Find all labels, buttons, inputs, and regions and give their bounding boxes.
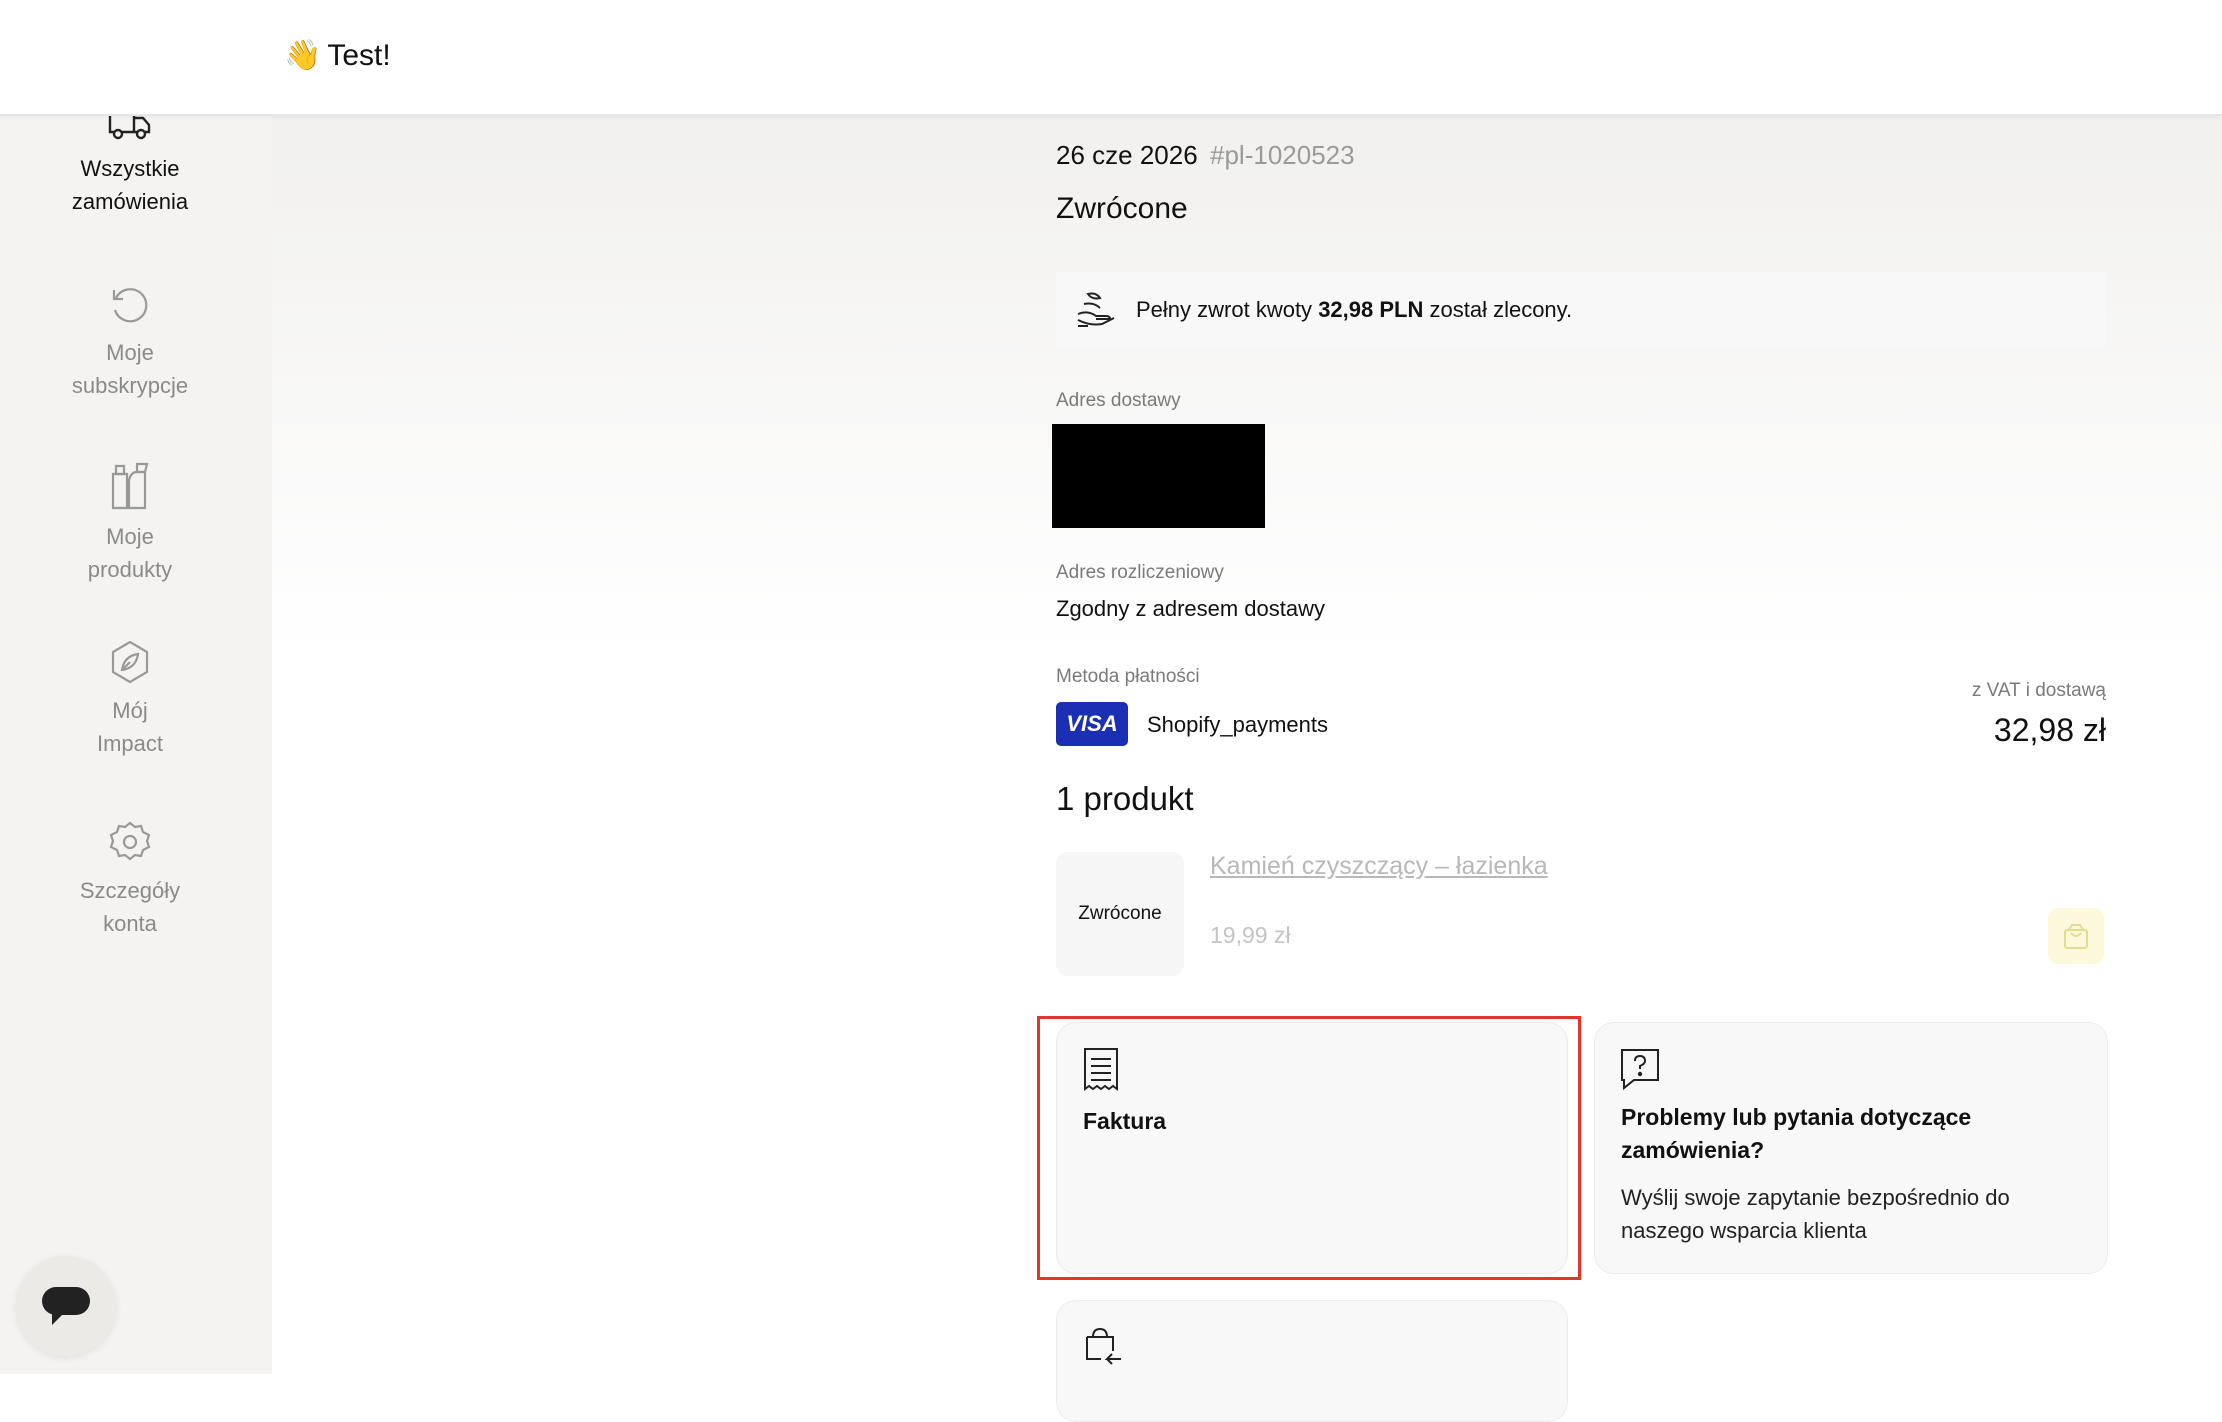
refund-hand-icon — [1077, 292, 1115, 327]
return-package-icon — [1086, 1327, 1121, 1365]
billing-address-value: Zgodny z adresem dostawy — [1056, 596, 1326, 621]
payment-method-label: Metoda płatności — [1056, 666, 1200, 687]
gear-icon — [109, 821, 151, 861]
leaf-icon — [111, 640, 149, 684]
refresh-icon — [112, 288, 148, 323]
chat-button[interactable] — [16, 1256, 116, 1356]
invoice-card[interactable]: Faktura — [1056, 1022, 1568, 1274]
add-to-cart-button[interactable] — [2048, 908, 2104, 964]
sidebar-item-label: Szczegóły — [79, 878, 181, 903]
billing-address-label: Adres rozliczeniowy — [1056, 562, 1224, 583]
refund-notice: Pełny zwrot kwoty 32,98 PLN został zleco… — [1056, 272, 2106, 348]
bottles-icon — [111, 462, 149, 510]
order-date: 26 cze 2026 — [1056, 140, 1198, 170]
total-note: z VAT i dostawą — [1971, 680, 2106, 701]
payment-method-value: Shopify_payments — [1147, 712, 1328, 737]
sidebar-item-label: Wszystkie — [80, 156, 180, 181]
sidebar-item-subscriptions[interactable]: Moje subskrypcje — [0, 282, 260, 402]
sidebar-item-label: zamówienia — [71, 189, 189, 214]
chat-bubble-icon — [42, 1287, 90, 1325]
sidebar-item-label: Impact — [96, 731, 164, 756]
support-text: Wyślij swoje zapytanie bezpośrednio do n… — [1621, 1185, 2010, 1243]
products-heading: 1 produkt — [1056, 780, 1194, 817]
sidebar-item-products[interactable]: Moje produkty — [0, 458, 260, 586]
sidebar-item-impact[interactable]: Mój Impact — [0, 638, 260, 760]
sidebar-item-label: subskrypcje — [71, 373, 189, 398]
shipping-address-label: Adres dostawy — [1056, 390, 1181, 411]
product-status-overlay: Zwrócone — [1078, 903, 1162, 924]
refund-suffix: został zlecony. — [1429, 297, 1573, 322]
question-bubble-icon — [1621, 1049, 1659, 1091]
shopping-bag-icon — [2064, 924, 2088, 949]
product-thumbnail[interactable]: Zwrócone — [1056, 852, 1184, 976]
refund-prefix: Pełny zwrot kwoty — [1136, 297, 1313, 322]
sidebar-item-all-orders[interactable]: Wszystkie zamówienia — [0, 104, 260, 218]
sidebar: Wszystkie zamówienia Moje subskrypcje Mo… — [0, 110, 272, 1374]
sidebar-item-label: konta — [103, 911, 157, 936]
refund-text: Pełny zwrot kwoty 32,98 PLN został zleco… — [1136, 297, 1572, 323]
sidebar-item-label: Mój — [112, 698, 148, 723]
greeting-text: Test! — [327, 38, 391, 72]
order-status: Zwrócone — [1056, 192, 1188, 225]
sidebar-item-label: produkty — [87, 557, 173, 582]
top-bar: 👋 Test! — [0, 0, 2222, 116]
invoice-title: Faktura — [1083, 1108, 1167, 1134]
greeting: 👋 Test! — [284, 38, 391, 73]
support-card[interactable]: Problemy lub pytania dotyczące zamówieni… — [1594, 1022, 2108, 1274]
support-title: Problemy lub pytania dotyczące zamówieni… — [1621, 1104, 1972, 1163]
receipt-icon — [1084, 1048, 1118, 1091]
order-total: 32,98 zł — [1993, 712, 2106, 748]
visa-logo: VISA — [1056, 702, 1128, 746]
waving-hand-icon: 👋 — [284, 39, 322, 72]
sidebar-item-account[interactable]: Szczegóły konta — [0, 818, 260, 940]
sidebar-item-label: Moje — [106, 340, 154, 365]
product-price: 19,99 zł — [1210, 922, 1291, 948]
product-name-link[interactable]: Kamień czyszczący – łazienka — [1210, 852, 1548, 881]
return-card[interactable] — [1056, 1300, 1568, 1422]
shipping-address-redacted — [1052, 424, 1265, 528]
sidebar-item-label: Moje — [106, 524, 154, 549]
order-id: #pl-1020523 — [1210, 140, 1355, 170]
refund-amount: 32,98 PLN — [1318, 297, 1424, 322]
